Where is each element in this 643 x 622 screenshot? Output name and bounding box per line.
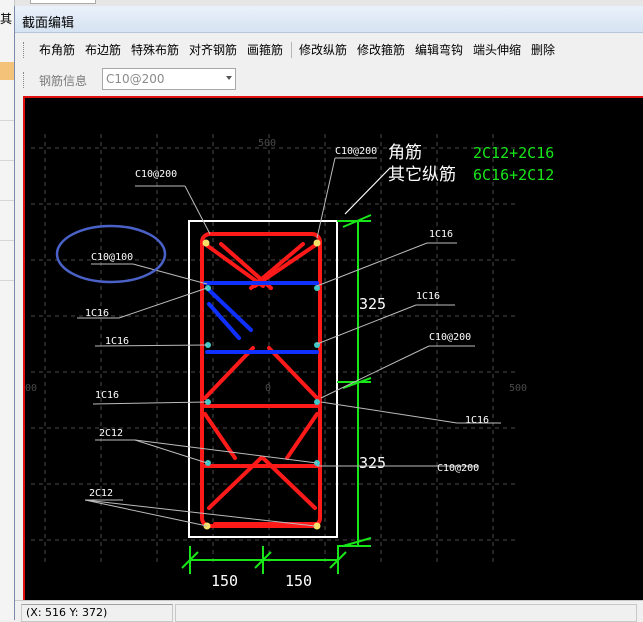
corner-rebar[interactable] (202, 239, 210, 247)
side-rebar[interactable] (314, 399, 320, 405)
axis-label-right: 500 (509, 383, 527, 394)
section-edit-window: 截面编辑 布角筋 布边筋 特殊布筋 对齐钢筋 画箍筋 修改纵筋 修改箍筋 编辑弯… (14, 6, 643, 622)
background-row-line (0, 200, 14, 201)
toolbar-grip[interactable] (23, 42, 27, 58)
edit-hook-button[interactable]: 编辑弯钩 (415, 41, 463, 59)
background-text: 其 (0, 12, 13, 26)
label-stirrup-circled: C10@100 (91, 252, 133, 263)
status-bar: (X: 516 Y: 372) (15, 600, 643, 622)
label-bottom-left-2: 2C12 (89, 488, 113, 499)
window-title: 截面编辑 (22, 16, 75, 31)
align-rebar-button[interactable]: 对齐钢筋 (189, 41, 237, 59)
axis-label-center: 0 (265, 383, 271, 394)
label-side-left-3: 1C16 (95, 390, 119, 401)
legend-corner-value: 2C12+2C16 (473, 144, 554, 162)
legend-leader (344, 167, 391, 215)
background-row-line (0, 280, 14, 281)
corner-rebar-button[interactable]: 布角筋 (39, 41, 75, 59)
stirrups-red (200, 232, 322, 528)
background-row-line (0, 160, 14, 161)
special-rebar-button[interactable]: 特殊布筋 (131, 41, 179, 59)
cursor-coordinates: (X: 516 Y: 372) (26, 606, 108, 619)
label-side-left-2: 1C16 (105, 336, 129, 347)
background-row-line (0, 240, 14, 241)
rebar-info-select[interactable]: C10@200 (102, 68, 236, 90)
legend-other-value: 6C16+2C12 (473, 166, 554, 184)
edit-longitudinal-button[interactable]: 修改纵筋 (299, 41, 347, 59)
delete-button[interactable]: 删除 (531, 41, 555, 59)
section-drawing[interactable]: 500 00 0 500 325 325 150 150 角筋 2C12+2C1… (25, 98, 643, 600)
rebar-info-label: 钢筋信息 (39, 74, 88, 88)
label-side-right-3: 1C16 (465, 415, 489, 426)
dim-height-bottom: 325 (359, 454, 386, 472)
dim-width-right: 150 (285, 572, 312, 590)
stirrups-blue (203, 281, 319, 354)
label-side-right-1: 1C16 (429, 229, 453, 240)
corner-rebar[interactable] (313, 239, 321, 247)
chevron-down-icon[interactable] (226, 76, 232, 80)
label-side-right-2: 1C16 (416, 291, 440, 302)
dim-width-left: 150 (211, 572, 238, 590)
label-stirrup-right-mid: C10@200 (429, 332, 471, 343)
background-panel: 其 (0, 0, 15, 620)
label-stirrup-top-left: C10@200 (135, 169, 177, 180)
axis-label-top: 500 (258, 138, 276, 149)
rebar-info-bar: 钢筋信息 C10@200 (19, 66, 319, 92)
edit-stirrup-button[interactable]: 修改箍筋 (357, 41, 405, 59)
toolbar: 布角筋 布边筋 特殊布筋 对齐钢筋 画箍筋 修改纵筋 修改箍筋 编辑弯钩 端头伸… (19, 37, 639, 61)
coords-panel: (X: 516 Y: 372) (21, 604, 173, 622)
end-extend-button[interactable]: 端头伸缩 (473, 41, 521, 59)
axis-label-left: 00 (25, 383, 37, 394)
window-titlebar[interactable]: 截面编辑 (15, 6, 643, 33)
dim-height-top: 325 (359, 295, 386, 313)
legend-other-label: 其它纵筋 (388, 165, 456, 185)
label-side-left-1: 1C16 (85, 308, 109, 319)
toolbar-separator (291, 42, 292, 58)
status-panel (175, 604, 637, 622)
section-outline (188, 220, 338, 538)
legend-corner-label: 角筋 (388, 143, 422, 163)
background-tab (30, 0, 96, 4)
drawing-canvas[interactable]: 500 00 0 500 325 325 150 150 角筋 2C12+2C1… (23, 96, 643, 602)
rebar-info-value: C10@200 (106, 72, 165, 86)
side-rebar-button[interactable]: 布边筋 (85, 41, 121, 59)
label-stirrup-top-right: C10@200 (335, 146, 377, 157)
background-row-line (0, 120, 14, 121)
background-highlight (0, 62, 14, 80)
label-bottom-left-1: 2C12 (99, 428, 123, 439)
infobar-grip[interactable] (23, 72, 27, 88)
label-stirrup-bottom-right: C10@200 (437, 463, 479, 474)
draw-stirrup-button[interactable]: 画箍筋 (247, 41, 283, 59)
